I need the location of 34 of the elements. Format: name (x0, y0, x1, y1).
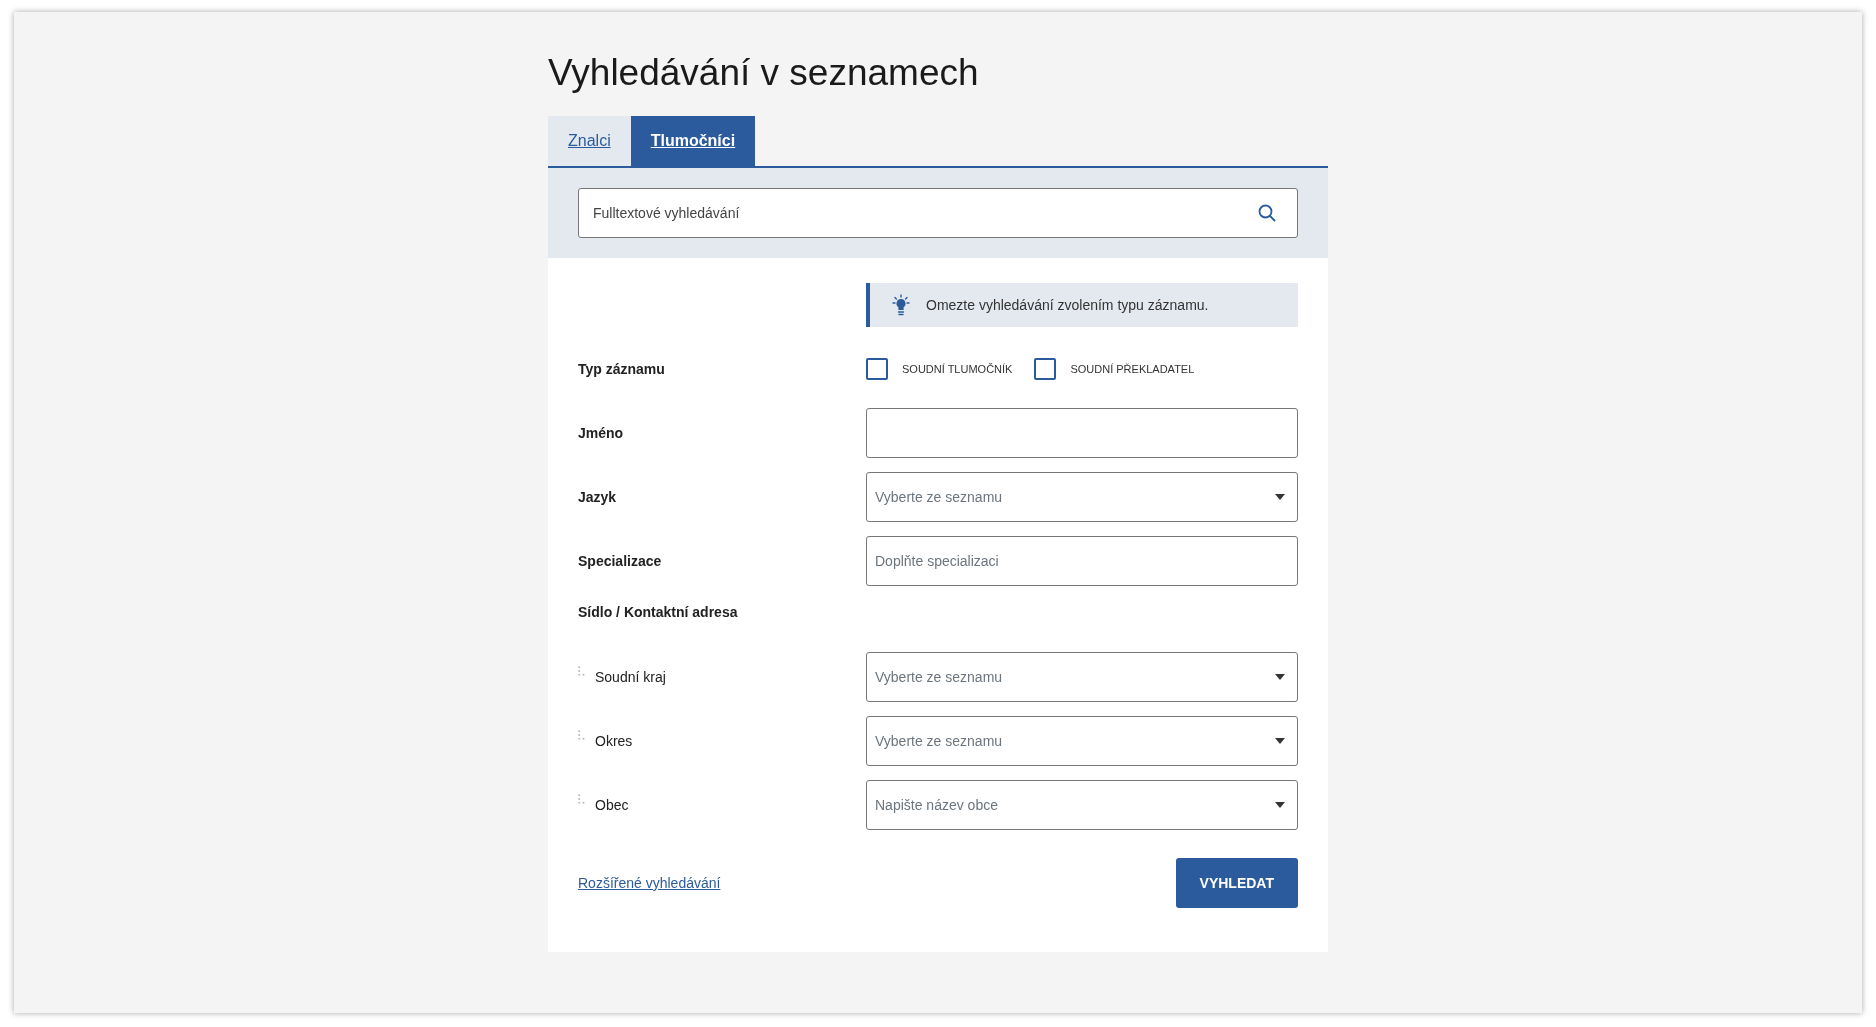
advanced-search-link[interactable]: Rozšířené vyhledávání (578, 875, 721, 891)
text-field[interactable]: Doplňte specializaci (866, 536, 1298, 586)
field-label: Obec (595, 797, 629, 813)
lightbulb-icon (890, 294, 912, 316)
hint-text: Omezte vyhledávání zvolením typu záznamu. (926, 297, 1209, 313)
field-label: Jazyk (578, 489, 617, 505)
checkbox-label: SOUDNÍ TLUMOČNÍK (902, 363, 1013, 375)
field-label: Okres (595, 733, 633, 749)
field-label: Jméno (578, 425, 624, 441)
caret-icon (1275, 674, 1285, 680)
checkbox[interactable] (866, 358, 888, 380)
tab[interactable]: Znalci (548, 116, 631, 166)
search-button[interactable]: VYHLEDAT (1175, 858, 1298, 908)
select-field[interactable]: Napište název obce (866, 780, 1298, 830)
caret-icon (1275, 802, 1285, 808)
select-field[interactable]: Vyberte ze seznamu (866, 716, 1298, 766)
field-label: Typ záznamu (578, 361, 665, 377)
search-icon[interactable] (1258, 204, 1276, 222)
search-field[interactable]: Fulltextové vyhledávání (578, 188, 1298, 238)
caret-icon (1275, 494, 1285, 500)
field-label: Soudní kraj (595, 669, 666, 685)
tab[interactable]: Tlumočníci (630, 116, 756, 166)
checkbox-label: SOUDNÍ PŘEKLADATEL (1070, 363, 1195, 375)
drag-handle-icon (578, 666, 585, 676)
field-label: Sídlo / Kontaktní adresa (578, 604, 738, 620)
checkbox[interactable] (1034, 358, 1057, 380)
select-field[interactable]: Vyberte ze seznamu (866, 472, 1298, 522)
drag-handle-icon (578, 794, 585, 804)
text-field[interactable] (866, 408, 1298, 458)
page-title: Vyhledávání v seznamech (548, 52, 980, 94)
drag-handle-icon (578, 730, 585, 740)
caret-icon (1275, 738, 1285, 744)
field-label: Specializace (578, 553, 662, 569)
select-field[interactable]: Vyberte ze seznamu (866, 652, 1298, 702)
